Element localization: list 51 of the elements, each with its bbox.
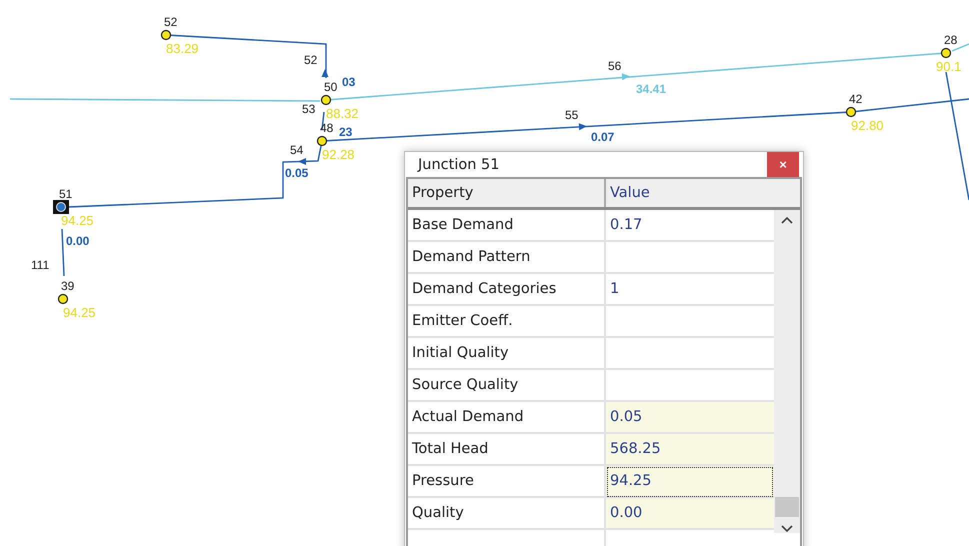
panel-title: Junction 51 bbox=[418, 156, 500, 172]
close-button[interactable]: × bbox=[767, 152, 799, 177]
node-value-label: 92.80 bbox=[851, 118, 884, 133]
node-value-label: 88.32 bbox=[326, 106, 359, 121]
node-value-label: 83.29 bbox=[166, 41, 199, 56]
property-cell: Source Quality bbox=[408, 370, 606, 402]
property-cell: Base Demand bbox=[408, 210, 606, 242]
scroll-down-icon[interactable] bbox=[781, 525, 793, 533]
pipe-id-label: 52 bbox=[304, 53, 318, 67]
flow-label: 34.41 bbox=[636, 82, 666, 96]
pipe-id-label: 54 bbox=[290, 143, 304, 157]
node-id-label: 51 bbox=[59, 187, 72, 201]
node-id-label: 50 bbox=[324, 80, 338, 94]
flow-label: 0.05 bbox=[285, 166, 308, 180]
flow-label: 03 bbox=[342, 75, 356, 89]
value-cell[interactable]: 0.00 bbox=[606, 498, 774, 530]
node-value-label: 92.28 bbox=[322, 147, 355, 162]
pipe-id-label: 111 bbox=[31, 258, 50, 272]
scrollbar[interactable] bbox=[774, 210, 800, 533]
node-id-label: 52 bbox=[164, 15, 178, 29]
junction-node[interactable] bbox=[58, 294, 68, 304]
node-value-label: 90.1 bbox=[936, 59, 962, 74]
value-cell[interactable]: 0.05 bbox=[606, 402, 774, 434]
node-id-label: 39 bbox=[61, 279, 74, 293]
pipe-id-label: 56 bbox=[608, 59, 622, 73]
property-cell: Emitter Coeff. bbox=[408, 306, 606, 338]
node-value-label: 94.25 bbox=[61, 213, 94, 228]
property-cell: Initial Quality bbox=[408, 338, 606, 370]
junction-node[interactable] bbox=[846, 106, 856, 118]
junction-node[interactable] bbox=[320, 94, 332, 106]
property-cell: Demand Pattern bbox=[408, 242, 606, 274]
node-id-label: 28 bbox=[944, 33, 958, 47]
column-header: Property bbox=[408, 179, 606, 207]
value-cell[interactable]: 568.25 bbox=[606, 434, 774, 466]
column-header: Value bbox=[609, 184, 651, 203]
node-id-label: 42 bbox=[849, 92, 862, 106]
pipe-id-label: 55 bbox=[565, 108, 578, 122]
node-id-label: 48 bbox=[320, 121, 334, 135]
scroll-thumb[interactable] bbox=[775, 497, 799, 517]
pipe-id-label: 53 bbox=[302, 102, 316, 116]
node-value-label: 94.25 bbox=[63, 305, 96, 320]
flow-label: 0.07 bbox=[591, 130, 614, 144]
junction-node[interactable] bbox=[160, 30, 172, 40]
junction-node[interactable] bbox=[940, 48, 952, 58]
junction-node[interactable] bbox=[316, 136, 328, 146]
flow-label: 23 bbox=[339, 125, 352, 139]
value-cell[interactable]: 94.25 bbox=[606, 466, 774, 498]
flow-label: 0.00 bbox=[66, 234, 90, 248]
property-cell: Demand Categories bbox=[408, 274, 606, 306]
junction-node[interactable] bbox=[53, 200, 69, 214]
scroll-up-icon[interactable] bbox=[781, 216, 793, 224]
